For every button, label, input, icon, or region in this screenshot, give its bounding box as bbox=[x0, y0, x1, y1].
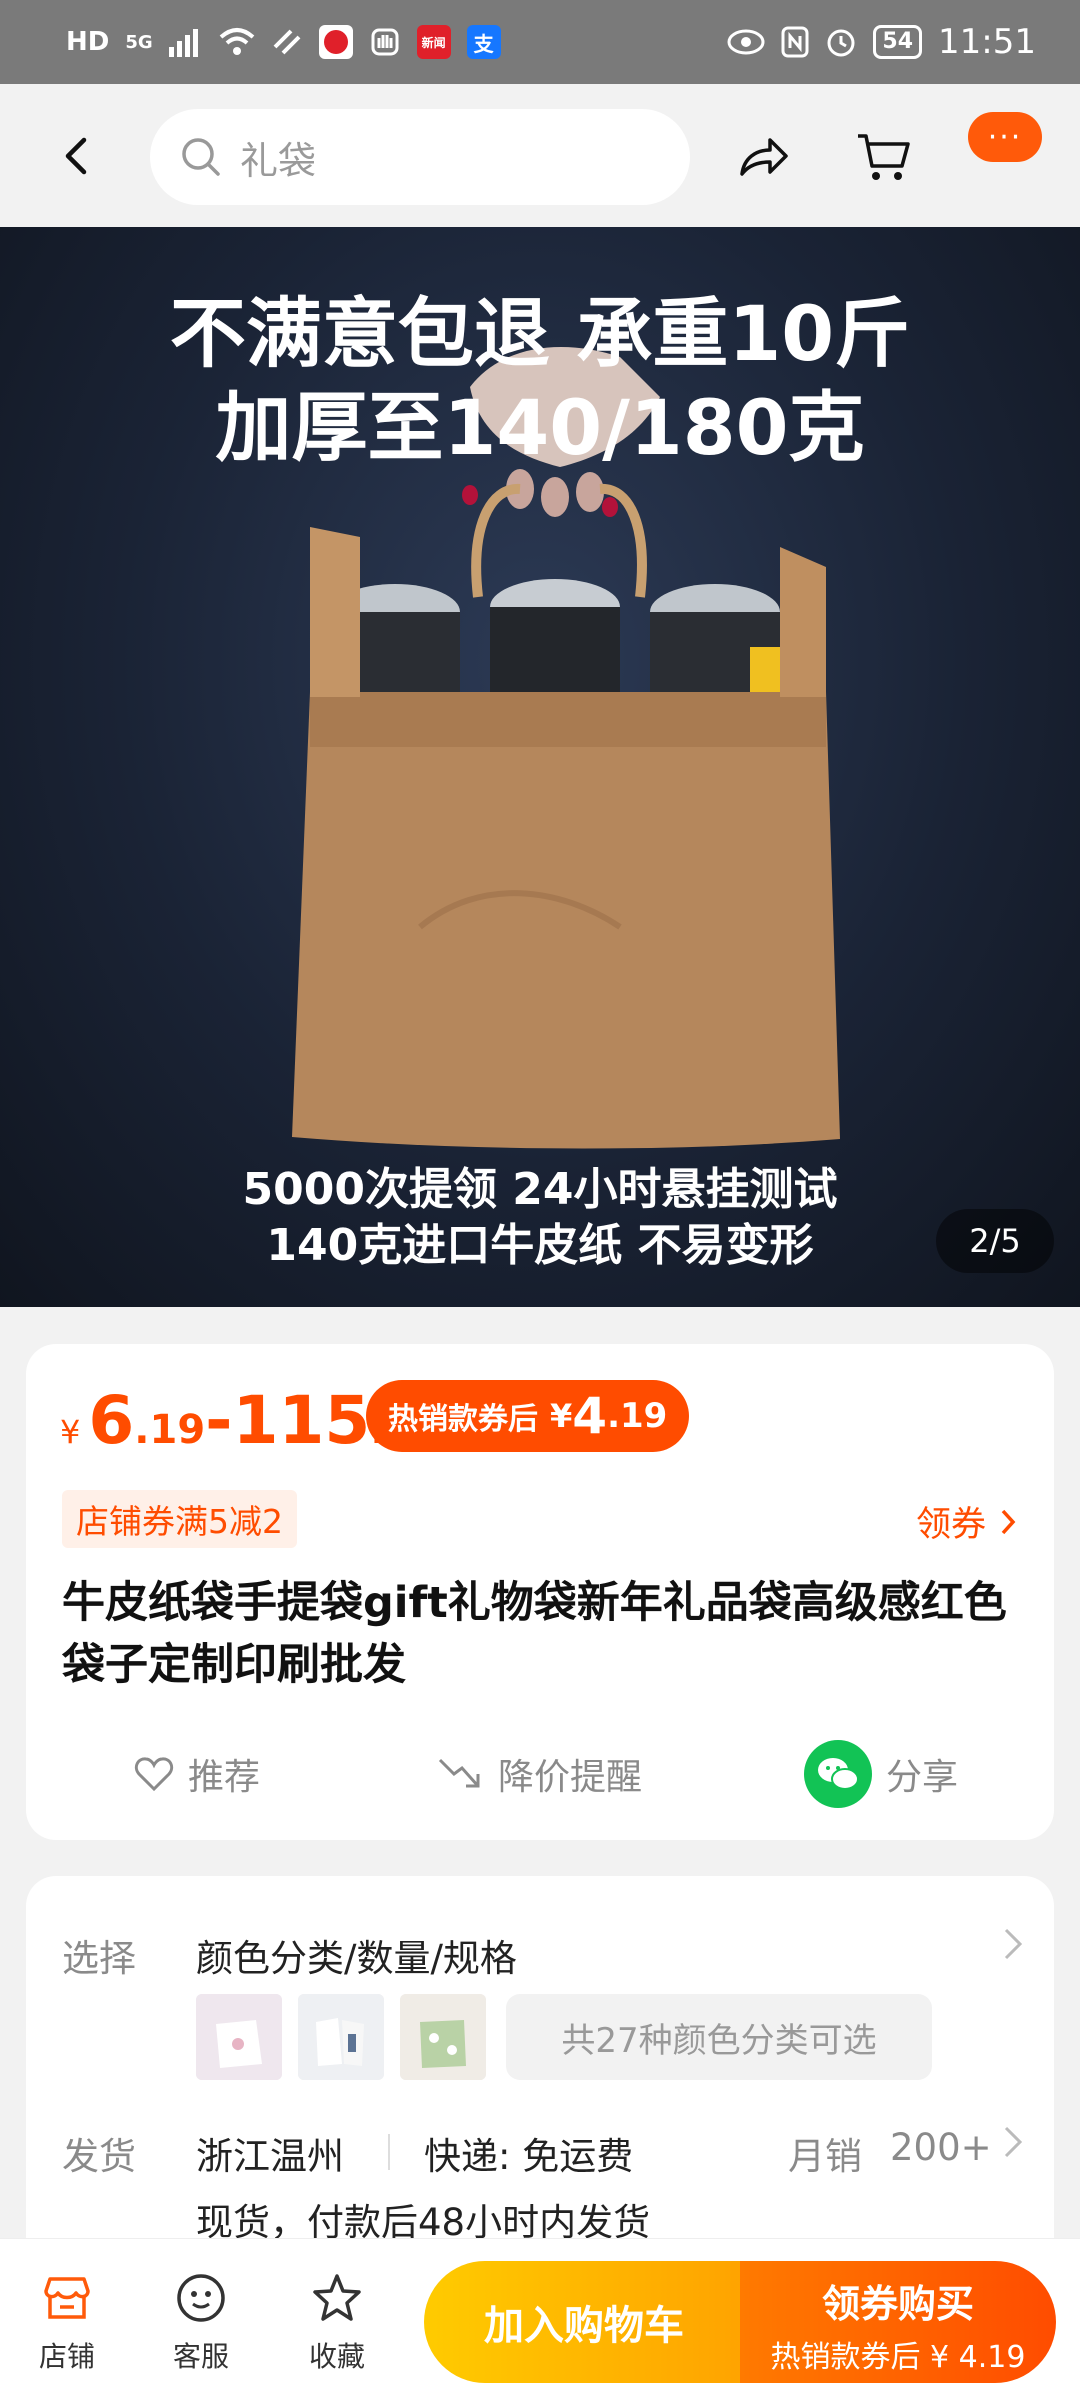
search-placeholder: 礼袋 bbox=[240, 138, 317, 183]
recommend-label: 推荐 bbox=[188, 1757, 261, 1798]
product-image-carousel[interactable]: 不满意包退 承重10斤 加厚至140/180克 5000次提领 24小时悬挂测试… bbox=[0, 227, 1080, 1307]
search-icon bbox=[182, 138, 220, 176]
product-title: 牛皮纸袋手提袋gift礼物袋新年礼品袋高级感红色袋子定制印刷批发 bbox=[62, 1578, 1007, 1690]
hero-headline: 不满意包退 承重10斤 加厚至140/180克 bbox=[0, 287, 1080, 475]
ship-method: 快递: 免运费 bbox=[424, 2135, 634, 2178]
divider bbox=[388, 2134, 390, 2170]
share-label: 分享 bbox=[886, 1757, 959, 1798]
store-label: 店铺 bbox=[38, 2340, 95, 2373]
hero-line-3: 5000次提领 24小时悬挂测试 bbox=[242, 1164, 838, 1215]
alarm-icon bbox=[827, 29, 855, 57]
price-card: ¥ 6 .19 - 115 .12 热销款券后 ¥ 4 .19 店铺券满5减2 … bbox=[26, 1344, 1054, 1840]
chevron-right-icon bbox=[1001, 1509, 1016, 1534]
search-bar[interactable]: 礼袋 bbox=[150, 109, 690, 205]
star-icon bbox=[313, 2274, 361, 2321]
trend-down-icon bbox=[438, 1758, 480, 1788]
variant-thumb-1[interactable] bbox=[196, 1994, 282, 2080]
status-left-icons: HD 5G 新闻 支 bbox=[66, 25, 501, 59]
status-bar: HD 5G 新闻 支 54 11:51 bbox=[0, 0, 1080, 84]
app-icon bbox=[318, 25, 353, 59]
status-right-icons: 54 11:51 bbox=[727, 22, 1036, 62]
hero-line-1: 不满意包退 承重10斤 bbox=[169, 289, 911, 378]
hero-line-2: 加厚至140/180克 bbox=[215, 383, 865, 472]
get-coupon-label: 领券 bbox=[915, 1505, 986, 1545]
hot-price-dec: .19 bbox=[607, 1396, 668, 1436]
favorite-button[interactable]: 收藏 bbox=[292, 2269, 382, 2375]
eye-icon bbox=[727, 29, 765, 55]
hero-line-4: 140克进口牛皮纸 不易变形 bbox=[266, 1220, 814, 1271]
recommend-button[interactable]: 推荐 bbox=[134, 1748, 260, 1800]
ship-from: 浙江温州 bbox=[196, 2135, 344, 2178]
hero-caption: 5000次提领 24小时悬挂测试 140克进口牛皮纸 不易变形 bbox=[0, 1162, 1080, 1274]
price-dash: - bbox=[205, 1382, 233, 1459]
bottom-action-bar: 店铺 客服 收藏 加入购物车 领券购买 热销款券后 ¥ 4.19 bbox=[0, 2238, 1080, 2400]
store-button[interactable]: 店铺 bbox=[22, 2269, 112, 2375]
get-coupon-button[interactable]: 领券 bbox=[916, 1496, 1016, 1547]
buy-with-coupon-button[interactable]: 领券购买 热销款券后 ¥ 4.19 bbox=[740, 2261, 1056, 2383]
variant-thumb-2[interactable] bbox=[298, 1994, 384, 2080]
select-value[interactable]: 颜色分类/数量/规格 bbox=[196, 1928, 517, 1982]
5g-indicator: 5G bbox=[125, 31, 153, 53]
monthly-sales-value: 200+ bbox=[890, 2126, 992, 2169]
buy-sub-label: 热销款券后 ¥ 4.19 bbox=[770, 2340, 1026, 2375]
price-min-int: 6 bbox=[88, 1382, 135, 1459]
chevron-right-icon[interactable] bbox=[1002, 2124, 1024, 2160]
monthly-sales-label: 月销 bbox=[788, 2135, 862, 2178]
price-currency: ¥ bbox=[60, 1413, 81, 1451]
top-nav: 礼袋 ··· bbox=[0, 84, 1080, 227]
more-button[interactable]: ··· bbox=[968, 112, 1042, 162]
alipay-icon: 支 bbox=[466, 25, 501, 59]
hd-indicator: HD bbox=[66, 27, 110, 57]
hot-price-int: 4 bbox=[572, 1387, 608, 1445]
hot-price-badge: 热销款券后 ¥ 4 .19 bbox=[366, 1380, 690, 1452]
hot-price-label: 热销款券后 bbox=[388, 1402, 538, 1437]
clock: 11:51 bbox=[938, 22, 1036, 62]
variant-thumb-3[interactable] bbox=[400, 1994, 486, 2080]
link-icon bbox=[273, 29, 301, 55]
hand-icon bbox=[371, 28, 399, 56]
hot-price-currency: ¥ bbox=[550, 1397, 573, 1435]
price-alert-button[interactable]: 降价提醒 bbox=[436, 1748, 642, 1800]
signal-icon bbox=[168, 29, 198, 57]
customer-service-icon bbox=[177, 2274, 225, 2322]
favorite-label: 收藏 bbox=[308, 2340, 365, 2373]
image-pager: 2/5 bbox=[936, 1209, 1054, 1273]
store-coupon-tag: 店铺券满5减2 bbox=[62, 1490, 297, 1548]
price-alert-label: 降价提醒 bbox=[498, 1757, 643, 1798]
buy-label: 领券购买 bbox=[821, 2282, 974, 2326]
service-label: 客服 bbox=[172, 2340, 229, 2373]
share-wechat-button[interactable]: 分享 bbox=[804, 1740, 958, 1808]
more-colors-button[interactable]: 共27种颜色分类可选 bbox=[506, 1994, 932, 2080]
wifi-icon bbox=[219, 28, 254, 55]
add-to-cart-button[interactable]: 加入购物车 bbox=[424, 2261, 744, 2383]
service-button[interactable]: 客服 bbox=[156, 2269, 246, 2375]
back-icon[interactable] bbox=[54, 132, 102, 180]
select-label: 选择 bbox=[62, 1937, 136, 1980]
price-min-dec: .19 bbox=[134, 1407, 206, 1453]
chevron-right-icon[interactable] bbox=[1002, 1926, 1024, 1962]
product-actions: 推荐 降价提醒 分享 bbox=[26, 1740, 1054, 1810]
share-icon[interactable] bbox=[734, 128, 792, 186]
nfc-icon bbox=[781, 26, 809, 58]
news-icon: 新闻 bbox=[416, 25, 451, 59]
wechat-icon bbox=[804, 1740, 872, 1808]
battery-indicator: 54 bbox=[873, 25, 923, 59]
ship-label: 发货 bbox=[62, 2135, 136, 2178]
cart-icon[interactable] bbox=[854, 128, 912, 186]
price-max-int: 115 bbox=[232, 1382, 371, 1459]
heart-icon bbox=[134, 1757, 174, 1792]
store-icon bbox=[44, 2277, 90, 2319]
